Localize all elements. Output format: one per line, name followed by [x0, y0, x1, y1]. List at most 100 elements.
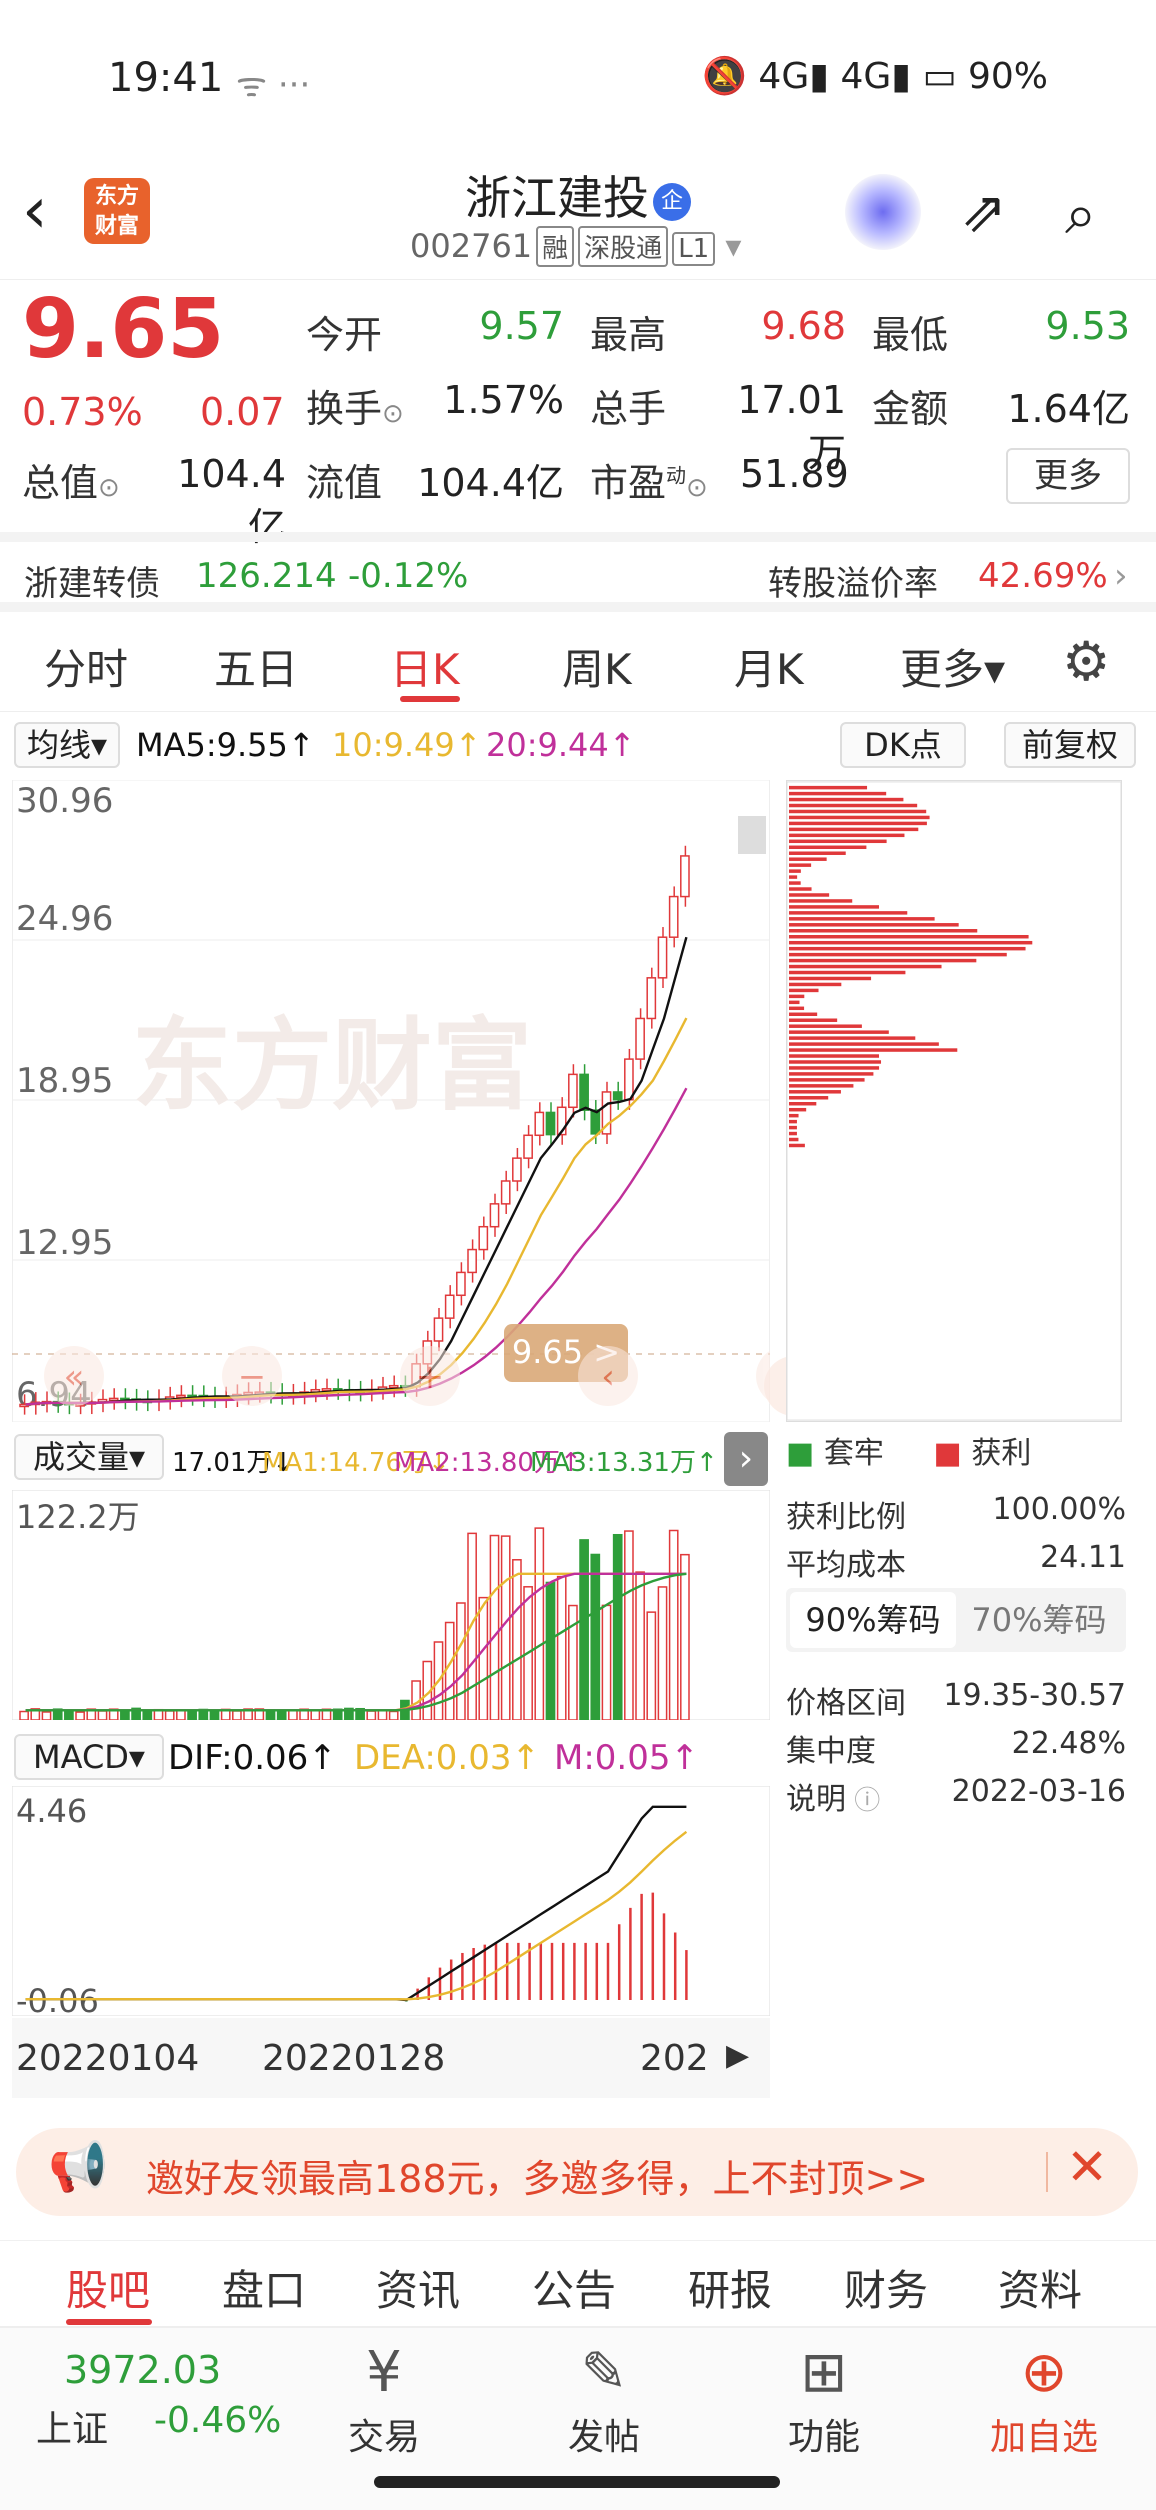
ma-selector[interactable]: 均线▾: [14, 722, 120, 768]
chip-bar: [789, 1072, 873, 1075]
candle: [580, 1074, 588, 1110]
trade-button[interactable]: ¥ 交易: [324, 2338, 444, 2460]
tab-weekly-k[interactable]: 周K: [562, 636, 632, 697]
chip-bar: [789, 941, 1032, 944]
chip-bar: [789, 1138, 798, 1141]
share-icon[interactable]: ⇗: [960, 180, 1007, 245]
home-indicator: [374, 2476, 780, 2488]
chip-bar: [789, 917, 935, 920]
tab-announcements[interactable]: 公告: [532, 2257, 616, 2318]
turnover-label-text: 换手: [306, 387, 382, 431]
price-axis-label: 24.96: [16, 899, 113, 939]
tab-70-chips[interactable]: 70%筹码: [956, 1592, 1122, 1648]
dk-point-button[interactable]: DK点: [840, 722, 966, 768]
promo-banner[interactable]: 📢 邀好友领最高188元，多邀多得，上不封顶>> ✕: [16, 2128, 1138, 2216]
candle: [457, 1272, 465, 1295]
volume-bar: [591, 1554, 599, 1720]
volume-bar: [513, 1560, 521, 1720]
profit-ratio-row: 获利比例 100.00%: [786, 1492, 1126, 1536]
tab-pankou[interactable]: 盘口: [222, 2257, 306, 2318]
add-watchlist-label: 加自选: [984, 2408, 1104, 2460]
bond-change: -0.12%: [348, 556, 468, 596]
pe-value: 51.89: [740, 452, 846, 496]
chip-bar: [789, 875, 797, 878]
chip-bar: [789, 798, 903, 801]
chip-bar: [789, 857, 827, 860]
chip-bar: [789, 893, 829, 896]
chip-bar: [789, 1042, 939, 1045]
mktcap-label[interactable]: 总值⊙: [22, 452, 120, 507]
more-button[interactable]: 更多: [1006, 448, 1130, 504]
app-header: ‹ 东方 财富 浙江建投企 002761 融深股通 L1 ▾ ⇗ ⌕: [0, 160, 1156, 280]
close-icon[interactable]: ✕: [1066, 2138, 1108, 2196]
chip-bar: [789, 840, 887, 843]
play-icon[interactable]: ▶: [726, 2038, 749, 2073]
tab-research[interactable]: 研报: [688, 2257, 772, 2318]
trade-icon: ¥: [324, 2338, 444, 2408]
tab-profile[interactable]: 资料: [998, 2257, 1082, 2318]
tab-90-chips[interactable]: 90%筹码: [790, 1592, 956, 1648]
date-axis: 20220104 20220128 202 ▶: [12, 2018, 770, 2098]
chip-bar: [789, 989, 819, 992]
macd-m: M:0.05↑: [554, 1738, 699, 1778]
functions-button[interactable]: ⊞ 功能: [764, 2338, 884, 2460]
pe-label[interactable]: 市盈动⊙: [590, 452, 708, 507]
candle: [177, 1395, 185, 1397]
candle: [546, 1112, 554, 1134]
convertible-bond-row[interactable]: 浙建转债 126.214 -0.12% 转股溢价率 42.69% ›: [0, 532, 1156, 612]
chip-bar: [789, 869, 801, 872]
tab-guba[interactable]: 股吧: [66, 2257, 150, 2318]
tab-five-day[interactable]: 五日: [214, 636, 298, 697]
tab-news[interactable]: 资讯: [376, 2257, 460, 2318]
chevron-right-icon: ›: [1114, 556, 1128, 596]
volume-selector[interactable]: 成交量▾: [14, 1434, 164, 1480]
chip-bar: [789, 792, 886, 795]
chip-bar: [789, 1036, 915, 1039]
chip-bar: [789, 1030, 889, 1033]
stock-code-line[interactable]: 002761 融深股通 L1 ▾: [410, 226, 741, 267]
gear-icon[interactable]: ⚙: [1062, 630, 1110, 693]
info-icon[interactable]: ⓘ: [846, 1786, 880, 1816]
volume-bar: [65, 1712, 73, 1720]
tab-finance[interactable]: 财务: [844, 2257, 928, 2318]
chip-distribution-chart[interactable]: [786, 780, 1122, 1422]
add-watchlist-button[interactable]: ⊕ 加自选: [984, 2338, 1104, 2460]
assistant-robot-icon[interactable]: [845, 174, 921, 250]
low-label: 最低: [872, 304, 948, 359]
volume-bar: [681, 1555, 689, 1720]
tab-more[interactable]: 更多▾: [900, 636, 1005, 697]
adjust-button[interactable]: 前复权: [1004, 722, 1136, 768]
volume-chart[interactable]: 122.2万: [12, 1490, 770, 1720]
chip-bar: [789, 995, 804, 998]
candle: [647, 978, 655, 1019]
premium-label: 转股溢价率: [768, 556, 938, 605]
chevron-right-icon[interactable]: ›: [724, 1432, 768, 1486]
tab-monthly-k[interactable]: 月K: [734, 636, 804, 697]
stock-name: 浙江建投: [465, 171, 649, 225]
ma10-value: 10:9.49↑: [332, 726, 482, 764]
stat-label: 说明: [786, 1782, 846, 1817]
megaphone-icon: 📢: [48, 2138, 108, 2195]
stat-value: 19.35-30.57: [943, 1678, 1126, 1713]
tab-daily-k[interactable]: 日K: [390, 636, 460, 697]
post-button[interactable]: ✎ 发帖: [544, 2338, 664, 2460]
search-icon[interactable]: ⌕: [1065, 182, 1096, 248]
bond-price: 126.214: [196, 556, 337, 596]
macd-chart[interactable]: 4.46 -0.06: [12, 1786, 770, 2016]
macd-dea: DEA:0.03↑: [354, 1738, 540, 1778]
chip-bar: [789, 959, 976, 962]
turnover-label[interactable]: 换手⊙: [306, 378, 404, 433]
volume-bar: [367, 1711, 375, 1720]
change-pct: 0.73%: [22, 390, 143, 434]
candlestick-chart[interactable]: 东方财富 30.9624.9618.9512.956.94 9.65 > « −…: [12, 780, 770, 1422]
info-icon: ⊙: [382, 399, 404, 429]
tab-intraday[interactable]: 分时: [44, 636, 128, 697]
candle: [681, 856, 689, 897]
vol-ma3: MA3:13.31万↑: [530, 1442, 718, 1479]
chip-bar: [789, 905, 879, 908]
volume-bar: [647, 1612, 655, 1720]
volume-bar: [188, 1710, 196, 1720]
status-bar: 19:41 ᯤ ··· 🔕 4G▮ 4G▮ ▭ 90%: [0, 0, 1156, 160]
stat-label: 价格区间: [786, 1686, 906, 1721]
macd-selector[interactable]: MACD▾: [14, 1734, 164, 1780]
